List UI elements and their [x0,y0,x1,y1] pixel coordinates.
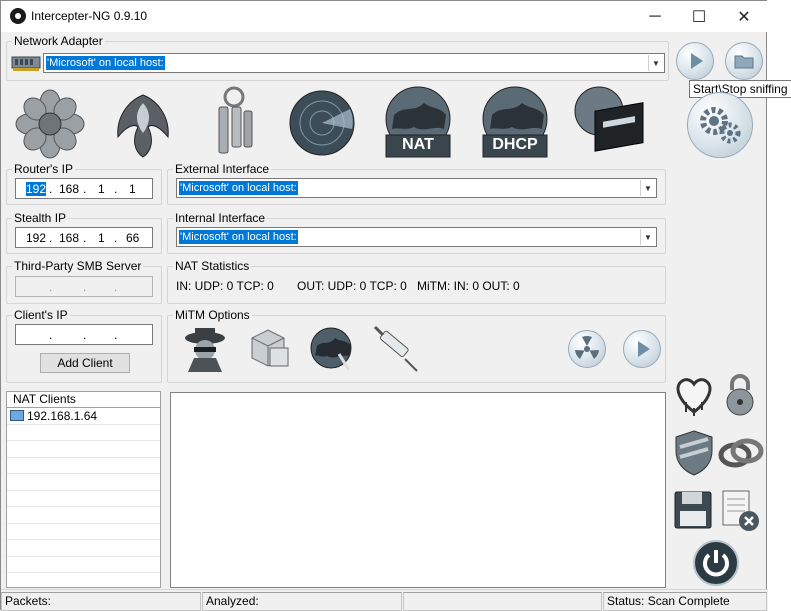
nat-stats-out: OUT: UDP: 0 TCP: 0 [297,279,407,293]
app-icon [10,8,26,24]
syringe-icon[interactable] [371,323,421,373]
status-text: Status: Scan Complete [603,592,767,611]
routers-ip-input[interactable]: 192 . 168 . 1 . 1 [15,178,153,199]
internal-interface-value: 'Microsoft' on local host: [179,230,298,244]
padlock-icon[interactable] [720,372,760,416]
routers-ip-octet-1: 192 [26,182,47,196]
status-bar: Packets: Analyzed: Status: Scan Complete [1,589,768,611]
phoenix-icon[interactable] [108,87,178,159]
list-item[interactable] [7,491,160,507]
list-item[interactable]: 192.168.1.64 [7,408,160,425]
keys-icon[interactable] [209,85,259,159]
start-stop-sniffing-button[interactable] [676,42,714,80]
nat-statistics-legend: NAT Statistics [175,259,250,273]
computer-icon [10,410,24,421]
list-item[interactable] [7,524,160,540]
save-icon[interactable] [672,489,714,531]
chevron-down-icon[interactable]: ▼ [640,229,655,245]
gears-icon [700,107,741,144]
nat-stats-mitm: MiTM: IN: 0 OUT: 0 [417,279,520,293]
radiation-icon [575,336,599,359]
log-output-area[interactable] [170,392,666,588]
network-adapter-select[interactable]: 'Microsoft' on local host: ▼ [43,53,665,73]
settings-button[interactable] [687,92,753,158]
title-bar: Intercepter-NG 0.9.10 ─ ☐ ✕ [1,1,768,32]
list-item[interactable] [7,441,160,458]
list-item[interactable] [7,557,160,573]
routers-ip-octet-3: 1 [98,182,105,196]
add-client-button[interactable]: Add Client [40,353,130,373]
list-item[interactable] [7,425,160,441]
dhcp-globe-icon[interactable]: DHCP [480,85,550,159]
open-file-button[interactable] [725,42,763,80]
radar-icon[interactable] [288,89,356,157]
power-icon [703,550,729,577]
router-icon[interactable] [573,85,647,159]
stealth-ip-octet-3: 1 [98,231,105,245]
internal-interface-legend: Internal Interface [175,211,266,225]
maximize-button[interactable]: ☐ [676,1,722,32]
routers-ip-octet-4: 1 [129,182,136,196]
stealth-ip-octet-2: 168 [59,231,80,245]
folder-icon [734,55,754,69]
play-icon [638,341,650,357]
cubes-icon[interactable] [246,324,292,372]
external-interface-value: 'Microsoft' on local host: [179,181,298,195]
globe-arrow-icon[interactable] [309,324,355,372]
smb-server-legend: Third-Party SMB Server [14,259,142,273]
window-title: Intercepter-NG 0.9.10 [31,9,148,23]
chevron-down-icon[interactable]: ▼ [640,180,655,196]
list-item[interactable] [7,507,160,524]
nat-globe-icon[interactable]: NAT [384,85,452,159]
routers-ip-octet-2: 168 [59,182,80,196]
list-item[interactable] [7,474,160,491]
client-ip-text: 192.168.1.64 [27,409,98,423]
external-interface-select[interactable]: 'Microsoft' on local host: ▼ [176,178,657,198]
network-card-icon [11,53,41,73]
client-ip-legend: Client's IP [14,308,68,322]
routers-ip-legend: Router's IP [14,162,73,176]
nat-label: NAT [402,136,434,153]
close-button[interactable]: ✕ [721,1,767,32]
stealth-ip-input[interactable]: 192 . 168 . 1 . 66 [15,227,153,248]
flower-icon[interactable] [15,89,85,159]
internal-interface-select[interactable]: 'Microsoft' on local host: ▼ [176,227,657,247]
list-item[interactable] [7,573,160,590]
smb-server-ip-input[interactable]: . . . [15,276,153,297]
spy-icon[interactable] [182,324,228,372]
nat-clients-header[interactable]: NAT Clients [6,391,161,408]
status-empty [403,592,602,611]
main-window: Intercepter-NG 0.9.10 ─ ☐ ✕ Network Adap… [0,0,791,611]
external-interface-legend: External Interface [175,162,270,176]
status-packets: Packets: [1,592,201,611]
shield-icon[interactable] [672,429,716,477]
mitm-start-button[interactable] [623,330,661,368]
mitm-options-legend: MiTM Options [175,308,250,322]
heartbleed-icon[interactable] [672,372,716,416]
stealth-ip-legend: Stealth IP [14,211,67,225]
rings-icon[interactable] [717,433,765,473]
list-item[interactable] [7,458,160,474]
client-ip-input[interactable]: . . . [15,324,153,345]
power-button[interactable] [693,540,739,586]
dhcp-label: DHCP [492,136,538,153]
clear-log-icon[interactable] [719,487,761,533]
nat-stats-in: IN: UDP: 0 TCP: 0 [176,279,274,293]
minimize-button[interactable]: ─ [632,1,678,32]
chevron-down-icon[interactable]: ▼ [648,55,663,71]
stealth-ip-octet-4: 66 [126,231,140,245]
stealth-ip-octet-1: 192 [26,231,47,245]
list-item[interactable] [7,540,160,557]
play-icon [691,53,703,69]
nat-clients-list[interactable]: 192.168.1.64 [6,408,161,590]
network-adapter-legend: Network Adapter [14,34,103,48]
status-analyzed: Analyzed: [202,592,402,611]
radiation-button[interactable] [568,330,606,368]
network-adapter-value: 'Microsoft' on local host: [46,56,165,70]
